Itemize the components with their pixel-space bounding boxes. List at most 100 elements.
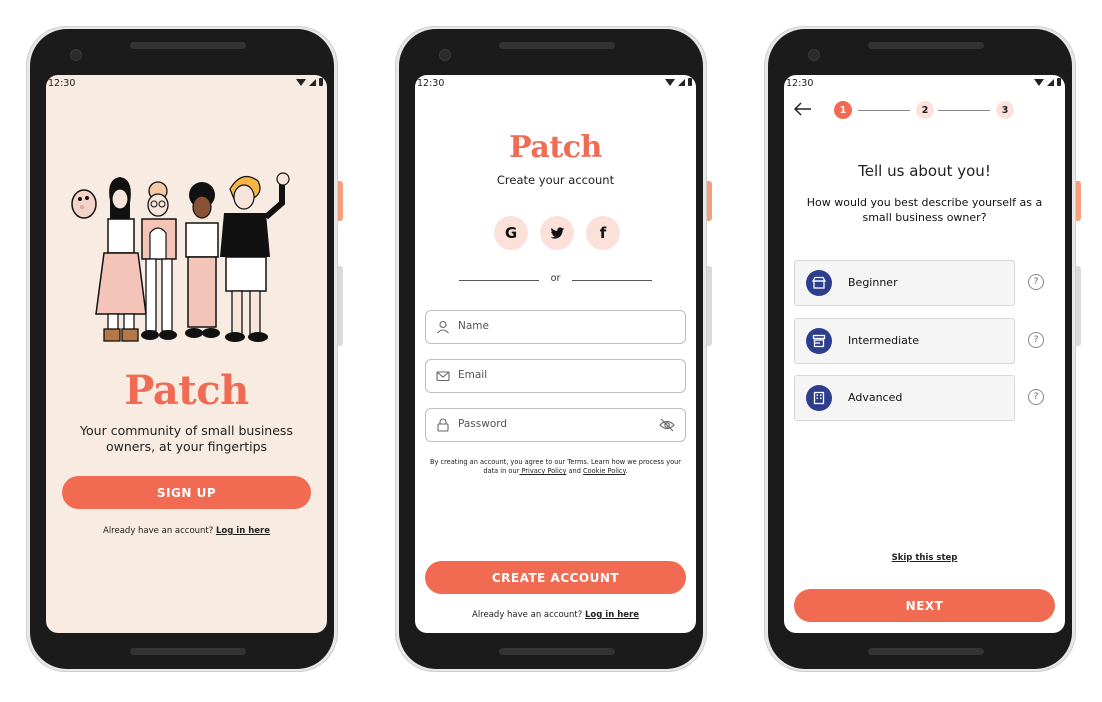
terms-period: . bbox=[625, 467, 628, 475]
wifi-icon bbox=[665, 78, 675, 86]
option-advanced[interactable]: Advanced bbox=[794, 375, 1015, 421]
status-bar: 12:30 bbox=[46, 75, 327, 91]
phone-signup: 12:30 Patch Create your account G f or N… bbox=[395, 26, 712, 672]
onboarding-screen: 12:30 1 2 3 Tell us about you! How would… bbox=[784, 75, 1065, 633]
social-login-row: G f bbox=[494, 216, 620, 250]
google-login-button[interactable]: G bbox=[494, 216, 528, 250]
option-intermediate[interactable]: Intermediate bbox=[794, 318, 1015, 364]
status-time: 12:30 bbox=[417, 78, 445, 89]
power-button bbox=[338, 181, 343, 221]
step-3: 3 bbox=[996, 101, 1014, 119]
status-icons bbox=[1034, 78, 1061, 86]
google-icon: G bbox=[504, 224, 518, 242]
privacy-policy-link[interactable]: Privacy Policy bbox=[519, 467, 566, 475]
person-2-figure bbox=[141, 181, 177, 340]
page-title: Tell us about you! bbox=[858, 162, 991, 180]
phone-welcome: 12:30 Patch Your community of small busi… bbox=[26, 26, 343, 672]
option-label: Beginner bbox=[848, 276, 898, 289]
volume-button bbox=[338, 266, 343, 346]
name-field[interactable]: Name bbox=[425, 310, 686, 344]
stepper-line-1 bbox=[858, 110, 910, 111]
speaker-grille bbox=[868, 42, 984, 49]
tagline: Your community of small business owners,… bbox=[80, 423, 293, 454]
community-illustration bbox=[71, 172, 290, 342]
speaker-grille bbox=[499, 42, 615, 49]
login-link[interactable]: Log in here bbox=[585, 610, 639, 620]
or-divider: or bbox=[459, 273, 652, 287]
person-1-figure bbox=[71, 177, 147, 342]
back-arrow-icon[interactable] bbox=[794, 102, 812, 116]
front-camera bbox=[70, 49, 82, 61]
status-time: 12:30 bbox=[48, 78, 76, 89]
signup-screen: 12:30 Patch Create your account G f or N… bbox=[415, 75, 696, 633]
twitter-icon bbox=[549, 226, 564, 239]
front-camera bbox=[808, 49, 820, 61]
phone-frame: 12:30 1 2 3 Tell us about you! How would… bbox=[768, 29, 1072, 669]
option-beginner[interactable]: Beginner bbox=[794, 260, 1015, 306]
screen-subtitle: Create your account bbox=[496, 173, 615, 187]
password-placeholder: Password bbox=[458, 418, 508, 430]
power-button bbox=[707, 181, 712, 221]
signal-icon bbox=[678, 78, 685, 86]
login-prompt-text: Already have an account? bbox=[472, 610, 585, 620]
status-icons bbox=[296, 78, 323, 86]
stepper-line-2 bbox=[938, 110, 990, 111]
facebook-icon: f bbox=[599, 224, 607, 242]
email-placeholder: Email bbox=[458, 369, 488, 381]
facebook-login-button[interactable]: f bbox=[586, 216, 620, 250]
wifi-icon bbox=[1034, 78, 1044, 86]
person-3-figure bbox=[185, 182, 220, 338]
status-bar: 12:30 bbox=[784, 75, 1065, 91]
email-field[interactable]: Email bbox=[425, 359, 686, 393]
terms-notice: By creating an account, you agree to our… bbox=[425, 458, 686, 476]
login-prompt: Already have an account? Log in here bbox=[415, 610, 696, 620]
speaker-grille bbox=[130, 42, 246, 49]
status-time: 12:30 bbox=[786, 78, 814, 89]
app-logo: Patch bbox=[124, 367, 249, 414]
bottom-bezel-bar bbox=[130, 648, 246, 655]
next-button[interactable]: NEXT bbox=[794, 589, 1055, 622]
question-text: How would you best describe yourself as … bbox=[806, 196, 1043, 224]
battery-icon bbox=[688, 78, 692, 86]
person-icon bbox=[437, 320, 449, 334]
cookie-policy-link[interactable]: Cookie Policy bbox=[583, 467, 626, 475]
volume-button bbox=[1076, 266, 1081, 346]
name-placeholder: Name bbox=[458, 320, 489, 332]
skip-step-link[interactable]: Skip this step bbox=[784, 553, 1065, 563]
volume-button bbox=[707, 266, 712, 346]
phone-frame: 12:30 Patch Create your account G f or N… bbox=[399, 29, 703, 669]
help-icon[interactable]: ? bbox=[1028, 389, 1044, 405]
step-2: 2 bbox=[916, 101, 934, 119]
help-icon[interactable]: ? bbox=[1028, 274, 1044, 290]
sign-up-button[interactable]: SIGN UP bbox=[62, 476, 311, 509]
battery-icon bbox=[319, 78, 323, 86]
phone-frame: 12:30 Patch Your community of small busi… bbox=[30, 29, 334, 669]
create-account-button[interactable]: CREATE ACCOUNT bbox=[425, 561, 686, 594]
storefront-icon bbox=[806, 328, 832, 354]
building-icon bbox=[806, 385, 832, 411]
progress-stepper: 1 2 3 bbox=[834, 101, 1016, 119]
person-4-figure bbox=[220, 172, 290, 342]
eye-off-icon[interactable] bbox=[659, 418, 675, 432]
twitter-login-button[interactable] bbox=[540, 216, 574, 250]
status-bar: 12:30 bbox=[415, 75, 696, 91]
step-1: 1 bbox=[834, 101, 852, 119]
battery-icon bbox=[1057, 78, 1061, 86]
mail-icon bbox=[436, 371, 450, 382]
welcome-screen: 12:30 Patch Your community of small busi… bbox=[46, 75, 327, 633]
option-label: Advanced bbox=[848, 391, 903, 404]
or-text: or bbox=[550, 273, 561, 284]
divider-line-right bbox=[572, 280, 652, 281]
app-logo: Patch bbox=[509, 130, 602, 165]
front-camera bbox=[439, 49, 451, 61]
phone-onboarding: 12:30 1 2 3 Tell us about you! How would… bbox=[764, 26, 1081, 672]
wifi-icon bbox=[296, 78, 306, 86]
shop-awning-icon bbox=[806, 270, 832, 296]
help-icon[interactable]: ? bbox=[1028, 332, 1044, 348]
terms-and-text: and bbox=[566, 467, 583, 475]
power-button bbox=[1076, 181, 1081, 221]
login-link[interactable]: Log in here bbox=[216, 526, 270, 536]
password-field[interactable]: Password bbox=[425, 408, 686, 442]
login-prompt-text: Already have an account? bbox=[103, 526, 216, 536]
login-prompt: Already have an account? Log in here bbox=[46, 526, 327, 536]
